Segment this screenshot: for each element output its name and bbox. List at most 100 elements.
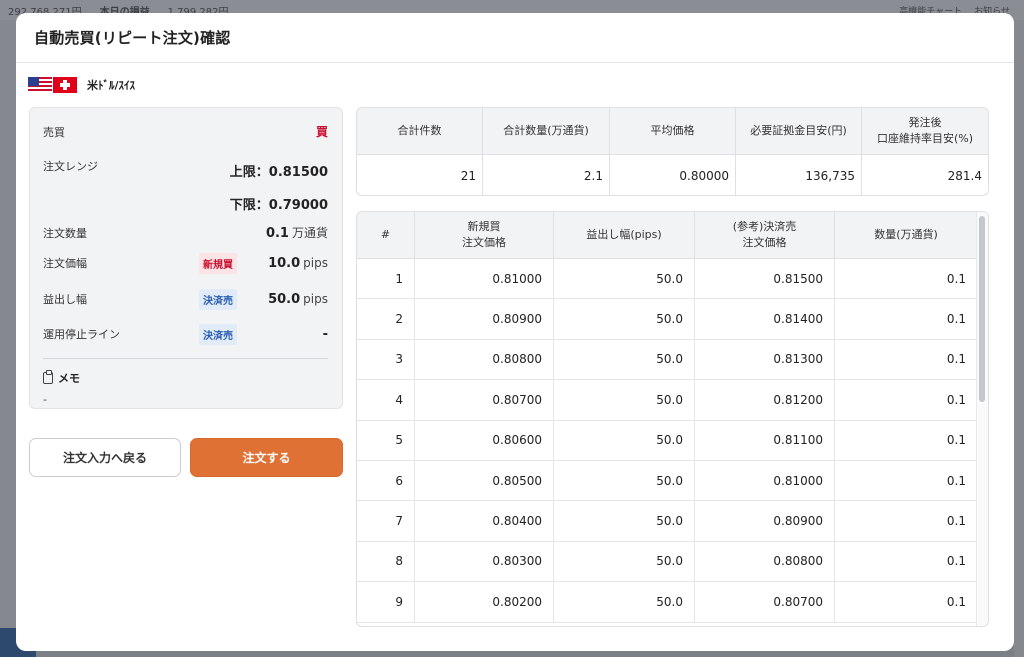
order-summary-card: 売買 買 注文レンジ 上限：0.81500 下限：0.79000 注文数量 0.… <box>29 107 343 409</box>
table-cell: 50.0 <box>554 299 695 339</box>
table-cell: 0.80200 <box>415 582 554 622</box>
table-cell: 0.81000 <box>695 460 835 501</box>
table-cell: 0.80900 <box>415 299 554 339</box>
place-order-button[interactable]: 注文する <box>190 438 343 477</box>
stop-line-row: 運用停止ライン 決済売 - <box>43 323 328 345</box>
totals-header-cell: 合計数量(万通貨) <box>483 108 610 154</box>
totals-margin: 136,735 <box>736 155 862 195</box>
back-to-input-button[interactable]: 注文入力へ戻る <box>29 438 181 477</box>
background-right-panel <box>1014 20 1024 657</box>
width-unit: pips <box>303 255 328 270</box>
side-row: 売買 買 <box>43 123 328 140</box>
table-cell: 5 <box>357 420 415 460</box>
table-row: 2 0.80900 50.0 0.81400 0.1 <box>357 299 988 340</box>
new-buy-badge: 新規買 <box>199 252 237 274</box>
background-left-panel <box>0 20 16 657</box>
detail-scrollbar-thumb[interactable] <box>979 216 985 402</box>
settle-sell-badge: 決済売 <box>199 288 237 310</box>
totals-header: 合計件数 合計数量(万通貨) 平均価格 必要証拠金目安(円) 発注後 口座維持率… <box>357 108 988 155</box>
stop-settle-badge: 決済売 <box>199 323 237 345</box>
table-cell: 0.81300 <box>695 339 835 380</box>
range-label: 注文レンジ <box>43 160 98 173</box>
detail-header-cell: # <box>357 212 415 258</box>
totals-maintenance-rate: 281.4 <box>947 168 982 183</box>
table-cell: 50.0 <box>554 420 695 460</box>
totals-qty: 2.1 <box>483 155 610 195</box>
totals-header-cell: 合計件数 <box>357 108 483 154</box>
tp-unit: pips <box>303 291 328 306</box>
table-row: 1 0.81000 50.0 0.81500 0.1 <box>357 259 988 300</box>
modal-header: 自動売買(リピート注文)確認 <box>16 13 1014 63</box>
totals-count: 21 <box>357 155 483 195</box>
table-cell: 0.81200 <box>695 380 835 420</box>
table-cell: 0.1 <box>946 392 966 407</box>
stop-label: 運用停止ライン <box>43 328 120 341</box>
table-cell: 0.1 <box>946 271 966 286</box>
side-label: 売買 <box>43 125 65 139</box>
table-cell: 0.1 <box>946 352 966 367</box>
range-upper: 上限：0.81500 <box>229 165 328 180</box>
width-row: 注文価幅 新規買 10.0 pips <box>43 252 328 274</box>
qty-unit: 万通貨 <box>291 226 328 240</box>
table-cell: 8 <box>357 541 415 582</box>
currency-pair: 米ﾄﾞﾙ/ｽｲｽ <box>28 76 135 94</box>
totals-values: 21 2.1 0.80000 136,735 281.4 <box>357 155 988 195</box>
detail-header-cell: 数量(万通貨) <box>874 228 938 241</box>
table-cell: 50.0 <box>554 339 695 380</box>
detail-header: # 新規買 注文価格 益出し幅(pips) (参考)決済売 注文価格 数量(万通… <box>357 212 988 259</box>
table-row: 3 0.80800 50.0 0.81300 0.1 <box>357 339 988 381</box>
summary-divider <box>43 358 328 359</box>
table-cell: 0.80600 <box>415 420 554 460</box>
table-cell: 50.0 <box>554 501 695 541</box>
table-cell: 50.0 <box>554 541 695 582</box>
detail-scrollbar[interactable] <box>976 212 988 626</box>
totals-avg-price: 0.80000 <box>610 155 736 195</box>
table-row: 5 0.80600 50.0 0.81100 0.1 <box>357 420 988 461</box>
detail-header-cell: 新規買 注文価格 <box>415 212 554 258</box>
table-cell: 50.0 <box>554 380 695 420</box>
table-cell: 50.0 <box>554 582 695 622</box>
totals-table: 合計件数 合計数量(万通貨) 平均価格 必要証拠金目安(円) 発注後 口座維持率… <box>356 107 989 196</box>
memo-row: メモ <box>43 370 80 386</box>
order-detail-table: # 新規買 注文価格 益出し幅(pips) (参考)決済売 注文価格 数量(万通… <box>356 211 989 627</box>
table-cell: 0.1 <box>946 514 966 529</box>
table-cell: 1 <box>357 259 415 299</box>
table-cell: 0.1 <box>946 554 966 569</box>
table-cell: 0.81100 <box>695 420 835 460</box>
table-row: 4 0.80700 50.0 0.81200 0.1 <box>357 380 988 421</box>
width-value: 10.0 <box>268 255 301 271</box>
table-cell: 0.81400 <box>695 299 835 339</box>
pair-name: 米ﾄﾞﾙ/ｽｲｽ <box>87 79 136 92</box>
detail-header-cell: (参考)決済売 注文価格 <box>695 212 835 258</box>
table-cell: 50.0 <box>554 259 695 299</box>
table-cell: 4 <box>357 380 415 420</box>
modal-title: 自動売買(リピート注文)確認 <box>34 29 231 47</box>
table-cell: 6 <box>357 460 415 501</box>
detail-body[interactable]: 1 0.81000 50.0 0.81500 0.1 2 0.80900 50.0 0.8140… <box>357 259 988 623</box>
pair-flags <box>28 77 77 93</box>
table-cell: 0.1 <box>946 312 966 327</box>
us-flag-icon <box>28 77 52 93</box>
totals-header-cell: 発注後 口座維持率目安(%) <box>876 116 974 145</box>
tp-value-group: 50.0 pips <box>268 292 328 307</box>
clipboard-icon <box>43 370 53 384</box>
tp-label: 益出し幅 <box>43 293 87 306</box>
table-cell: 0.1 <box>946 433 966 448</box>
table-cell: 0.80700 <box>415 380 554 420</box>
totals-header-cell: 必要証拠金目安(円) <box>736 108 862 154</box>
table-cell: 50.0 <box>554 460 695 501</box>
table-cell: 9 <box>357 582 415 622</box>
qty-label: 注文数量 <box>43 226 87 240</box>
width-value-group: 10.0 pips <box>268 256 328 271</box>
table-cell: 3 <box>357 339 415 380</box>
stop-value: - <box>322 326 328 342</box>
qty-row: 注文数量 0.1 万通貨 <box>43 224 328 241</box>
range-lower: 下限：0.79000 <box>229 198 328 213</box>
detail-header-cell: 益出し幅(pips) <box>554 212 695 258</box>
totals-header-cell: 平均価格 <box>610 108 736 154</box>
table-cell: 2 <box>357 299 415 339</box>
memo-value: - <box>43 393 47 406</box>
table-cell: 0.80300 <box>415 541 554 582</box>
table-cell: 0.81500 <box>695 259 835 299</box>
table-cell: 0.81000 <box>415 259 554 299</box>
